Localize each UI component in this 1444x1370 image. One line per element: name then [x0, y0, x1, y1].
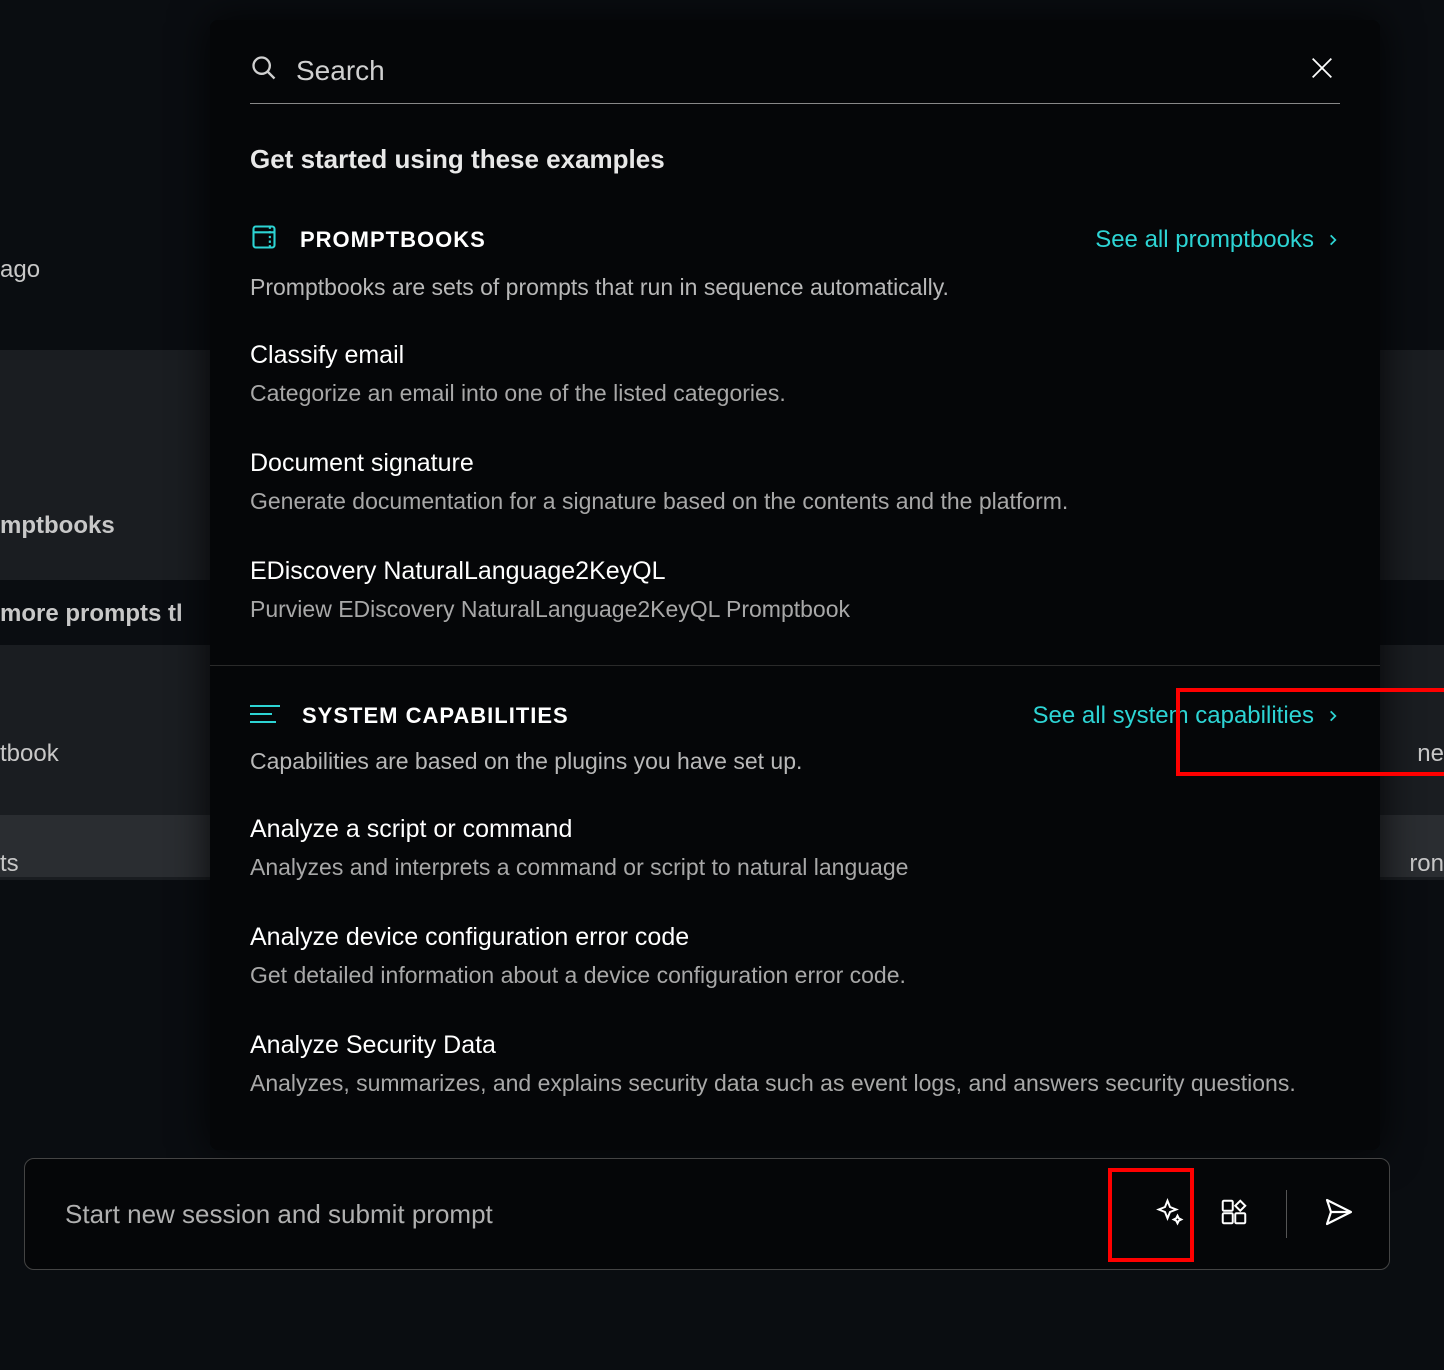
vertical-divider: [1286, 1190, 1287, 1238]
chevron-right-icon: [1326, 226, 1340, 254]
capability-item[interactable]: Analyze device configuration error code …: [250, 923, 1340, 989]
capability-item-title: Analyze Security Data: [250, 1031, 1340, 1060]
capabilities-icon: [250, 703, 280, 730]
capability-item-desc: Analyzes, summarizes, and explains secur…: [250, 1070, 1340, 1097]
promptbooks-title: PROMPTBOOKS: [300, 227, 486, 253]
bg-text-ago: ago: [0, 256, 40, 284]
capability-item-desc: Analyzes and interprets a command or scr…: [250, 854, 1340, 881]
search-icon: [250, 54, 278, 87]
bg-text-tbook: tbook: [0, 740, 59, 768]
promptbook-item-title: Document signature: [250, 449, 1340, 478]
promptbook-item-title: EDiscovery NaturalLanguage2KeyQL: [250, 557, 1340, 586]
capabilities-description: Capabilities are based on the plugins yo…: [250, 748, 1340, 775]
see-all-promptbooks-label: See all promptbooks: [1095, 226, 1314, 254]
plugins-button[interactable]: [1214, 1194, 1254, 1234]
prompt-bar: [24, 1158, 1390, 1270]
capability-item[interactable]: Analyze Security Data Analyzes, summariz…: [250, 1031, 1340, 1097]
prompt-input[interactable]: [65, 1199, 1150, 1230]
close-button[interactable]: [1304, 50, 1340, 91]
bg-text-more-prompts: more prompts tl: [0, 600, 183, 628]
promptbook-item-title: Classify email: [250, 341, 1340, 370]
promptbook-icon: [250, 223, 278, 256]
promptbooks-section-header: PROMPTBOOKS See all promptbooks: [250, 223, 1340, 256]
sparkle-button[interactable]: [1150, 1194, 1190, 1234]
promptbook-item[interactable]: Classify email Categorize an email into …: [250, 341, 1340, 407]
capabilities-title: SYSTEM CAPABILITIES: [302, 703, 569, 729]
promptbook-item-desc: Purview EDiscovery NaturalLanguage2KeyQL…: [250, 596, 1340, 623]
close-icon: [1308, 69, 1336, 86]
capability-item-title: Analyze a script or command: [250, 815, 1340, 844]
send-button[interactable]: [1319, 1194, 1359, 1234]
promptbook-item[interactable]: EDiscovery NaturalLanguage2KeyQL Purview…: [250, 557, 1340, 623]
promptbook-item-desc: Categorize an email into one of the list…: [250, 380, 1340, 407]
see-all-promptbooks-link[interactable]: See all promptbooks: [1095, 226, 1340, 254]
see-all-capabilities-link[interactable]: See all system capabilities: [1033, 702, 1340, 730]
capability-item-title: Analyze device configuration error code: [250, 923, 1340, 952]
bg-text-ne: ne: [1417, 740, 1444, 768]
section-divider: [210, 665, 1380, 666]
capability-item[interactable]: Analyze a script or command Analyzes and…: [250, 815, 1340, 881]
capability-item-desc: Get detailed information about a device …: [250, 962, 1340, 989]
search-row: [250, 50, 1340, 104]
send-icon: [1323, 1196, 1355, 1233]
promptbook-item[interactable]: Document signature Generate documentatio…: [250, 449, 1340, 515]
plugins-icon: [1219, 1197, 1249, 1232]
promptbook-item-desc: Generate documentation for a signature b…: [250, 488, 1340, 515]
search-input[interactable]: [296, 55, 1304, 87]
promptbooks-description: Promptbooks are sets of prompts that run…: [250, 274, 1340, 301]
chevron-right-icon: [1326, 702, 1340, 730]
bg-text-mptbooks: mptbooks: [0, 512, 115, 540]
capabilities-section-header: SYSTEM CAPABILITIES See all system capab…: [250, 702, 1340, 730]
see-all-capabilities-label: See all system capabilities: [1033, 702, 1314, 730]
bg-text-ts: ts: [0, 850, 19, 878]
bg-text-ron: ron: [1409, 850, 1444, 878]
sparkle-icon: [1155, 1197, 1185, 1232]
intro-heading: Get started using these examples: [250, 144, 1340, 175]
prompts-popup-panel: Get started using these examples PROMPTB…: [210, 20, 1380, 1150]
